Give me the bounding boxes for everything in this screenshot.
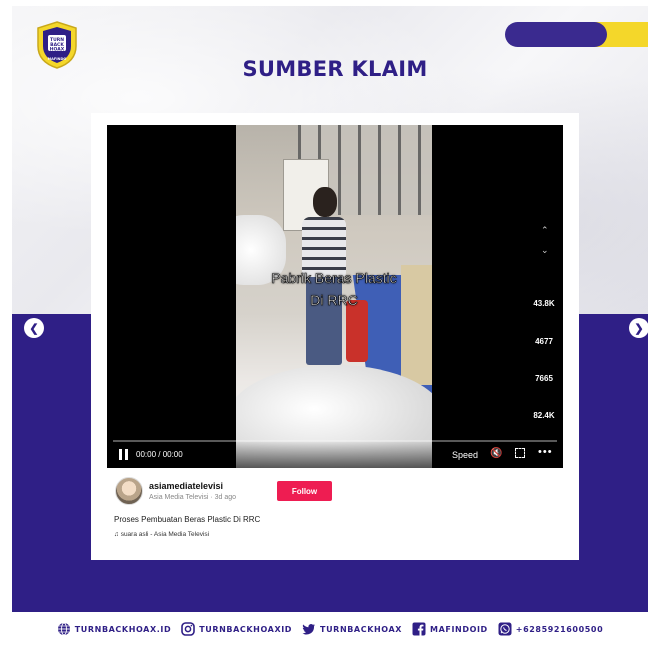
fullscreen-icon[interactable] [515, 448, 525, 458]
chevron-left-icon: ❮ [29, 322, 39, 335]
footer-item-whatsapp[interactable]: +6285921600500 [498, 622, 603, 636]
footer-text: TURNBACKHOAX.ID [74, 624, 172, 634]
footer-item-facebook[interactable]: MAFINDOID [412, 622, 488, 636]
sound-credit[interactable]: ♫ suara asli - Asia Media Televisi [114, 531, 209, 538]
speed-button[interactable]: Speed [452, 450, 478, 460]
whatsapp-icon [498, 622, 512, 636]
footer-item-instagram[interactable]: TURNBACKHOAXID [181, 622, 292, 636]
footer-item-twitter[interactable]: TURNBACKHOAX [302, 622, 402, 636]
instagram-icon [181, 622, 196, 636]
next-slide-button[interactable]: ❯ [629, 318, 648, 338]
music-note-icon: ♫ [114, 531, 119, 538]
footer-text: TURNBACKHOAX [320, 624, 403, 634]
scene-person-head [313, 187, 337, 217]
username[interactable]: asiamediatelevisi [149, 481, 223, 491]
video-player[interactable]: Pabrik Beras Plastic Di RRC ⌃ ⌄ 43.8K 467… [107, 125, 563, 468]
footer-text: +6285921600500 [515, 624, 604, 634]
account-subline: Asia Media Televisi · 3d ago [149, 494, 237, 501]
pill-purple [505, 22, 607, 47]
mute-icon[interactable]: 🔇 [490, 448, 502, 459]
twitter-icon [302, 622, 316, 636]
footer-contacts: TURNBACKHOAX.ID TURNBACKHOAXID TURNBACKH… [12, 612, 648, 646]
chevron-up-icon[interactable]: ⌃ [541, 225, 549, 236]
more-options-icon[interactable]: ••• [538, 446, 553, 458]
globe-icon [57, 622, 71, 636]
footer-text: MAFINDOID [430, 624, 488, 634]
page-title: SUMBER KLAIM [242, 57, 428, 81]
comment-count[interactable]: 4677 [527, 337, 561, 346]
footer-item-website[interactable]: TURNBACKHOAX.ID [57, 622, 171, 636]
footer-text: TURNBACKHOAXID [199, 624, 293, 634]
avatar[interactable] [115, 477, 143, 505]
share-count[interactable]: 82.4K [527, 411, 561, 420]
video-controls: 00:00 / 00:00 Speed 🔇 ••• [107, 440, 563, 468]
side-action-bar: ⌃ ⌄ 43.8K 4677 7665 82.4K [529, 125, 563, 468]
like-count[interactable]: 43.8K [527, 299, 561, 308]
follow-button[interactable]: Follow [277, 481, 332, 501]
pause-icon[interactable] [119, 449, 129, 460]
post-caption: Proses Pembuatan Beras Plastic Di RRC [114, 515, 261, 524]
progress-bar[interactable] [113, 440, 557, 442]
bookmark-count[interactable]: 7665 [527, 374, 561, 383]
sound-label: suara asli - Asia Media Televisi [120, 531, 210, 538]
logo-text-line: HOAX [50, 47, 65, 53]
tiktok-embed-card: Pabrik Beras Plastic Di RRC ⌃ ⌄ 43.8K 467… [91, 113, 579, 560]
header-pill-decoration [505, 22, 648, 47]
facebook-icon [412, 622, 426, 636]
time-display: 00:00 / 00:00 [136, 450, 183, 459]
prev-slide-button[interactable]: ❮ [24, 318, 44, 338]
slide: TURN BACK HOAX MAFINDO SUMBER KLAIM ❮ ❯ [0, 0, 648, 646]
video-overlay-text: Pabrik Beras Plastic Di RRC [271, 270, 397, 309]
chevron-down-icon[interactable]: ⌄ [541, 245, 549, 256]
chevron-right-icon: ❯ [634, 322, 644, 335]
